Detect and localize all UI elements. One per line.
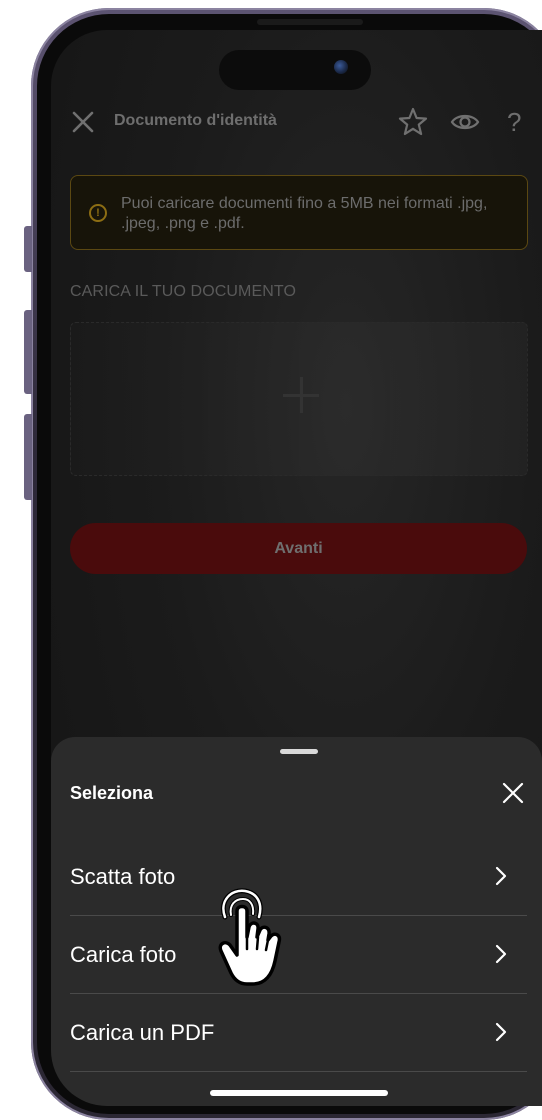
dynamic-island [219,50,371,90]
sheet-title: Seleziona [70,783,154,803]
option-label: Scatta foto [70,864,176,889]
info-icon: ! [89,204,107,222]
chevron-right-icon [495,944,507,964]
hand-pointer-icon [218,888,282,986]
chevron-right-icon [495,866,507,886]
camera-icon [334,60,348,74]
close-icon[interactable] [501,781,525,805]
eye-icon[interactable] [449,106,481,138]
next-button[interactable]: Avanti [70,523,527,574]
chevron-right-icon [495,1022,507,1042]
volume-up-button [24,310,32,394]
info-text: Puoi caricare documenti fino a 5MB nei f… [121,195,488,232]
speaker-grille [257,19,363,25]
info-banner: ! Puoi caricare documenti fino a 5MB nei… [70,175,528,250]
upload-dropzone[interactable] [70,322,528,476]
help-icon[interactable]: ? [507,106,521,138]
section-label: CARICA IL TUO DOCUMENTO [70,283,297,300]
close-icon[interactable] [69,108,97,136]
page-title: Documento d'identità [114,112,277,129]
option-label: Carica un PDF [70,1020,215,1045]
option-label: Carica foto [70,942,177,967]
mute-switch [24,226,32,272]
sheet-grabber[interactable] [280,749,318,754]
plus-icon [283,377,319,413]
home-indicator[interactable] [210,1090,388,1096]
volume-down-button [24,414,32,500]
star-icon[interactable] [397,106,429,138]
option-upload-pdf[interactable]: Carica un PDF [70,994,527,1072]
